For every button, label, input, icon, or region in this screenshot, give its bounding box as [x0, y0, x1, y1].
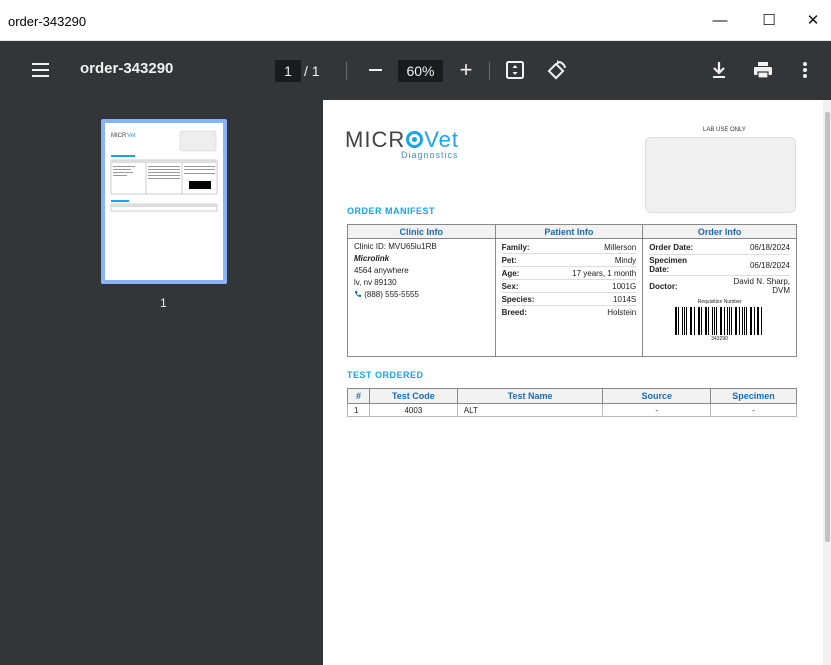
- minus-icon: [368, 69, 382, 71]
- page-thumbnail[interactable]: MICR Vet: [101, 119, 227, 284]
- logo-o-icon: [406, 131, 424, 148]
- thumbnail-page-number: 1: [160, 296, 167, 310]
- patient-family-row: Family: Millerson: [501, 243, 637, 254]
- minimize-icon: —: [712, 11, 728, 29]
- minimize-button[interactable]: —: [697, 0, 743, 40]
- test-name: ALT: [456, 403, 604, 417]
- clinic-street: 4564 anywhere: [354, 266, 409, 275]
- test-source: -: [602, 403, 712, 417]
- phone-icon: [355, 291, 361, 297]
- patient-info-cell: Family: Millerson Pet: Mindy Age: 17 years,…: [494, 238, 644, 357]
- thumbnail-preview: MICR Vet: [110, 130, 218, 212]
- requisition-number: 343290: [711, 336, 728, 342]
- test-header-source: Source: [602, 388, 712, 404]
- close-icon: ✕: [806, 12, 820, 29]
- window-title: order-343290: [8, 14, 87, 29]
- order-manifest-table: Clinic Info Patient Info Order Info Clin…: [347, 224, 797, 357]
- maximize-button[interactable]: ☐: [746, 0, 792, 40]
- clinic-id: Clinic ID: MVU65lu1RB: [354, 242, 437, 251]
- pdf-toolbar: order-343290 1 / 1 60% +: [0, 41, 831, 100]
- order-date-row: Order Date: 06/18/2024: [649, 241, 790, 255]
- patient-info-header: Patient Info: [494, 224, 644, 239]
- thumbnail-sidebar: MICR Vet 1: [0, 100, 323, 665]
- page-total: / 1: [304, 63, 320, 79]
- clinic-city: lv, nv 89130: [354, 278, 397, 287]
- toolbar-divider: [489, 62, 490, 80]
- more-options-icon[interactable]: [795, 59, 815, 81]
- maximize-icon: ☐: [762, 12, 776, 29]
- document-viewer[interactable]: MICR Vet Diagnostics LAB USE ONLY ORDER M…: [323, 100, 831, 665]
- fit-page-icon[interactable]: [505, 60, 525, 80]
- page-number-input[interactable]: 1: [275, 60, 301, 82]
- window-titlebar: order-343290 — ☐ ✕: [0, 0, 831, 41]
- rotate-icon[interactable]: [546, 59, 568, 81]
- test-header-num: #: [347, 388, 370, 404]
- print-icon[interactable]: [753, 60, 773, 80]
- svg-text:MICR: MICR: [111, 133, 127, 139]
- svg-text:Vet: Vet: [127, 133, 136, 139]
- clinic-info-cell: Clinic ID: MVU65lu1RB Microlink 4564 any…: [347, 238, 496, 357]
- doctor-row: Doctor: David N. Sharp, DVM: [649, 277, 790, 295]
- test-header-name: Test Name: [456, 388, 604, 404]
- logo-subtitle: Diagnostics: [401, 150, 459, 160]
- test-header-code: Test Code: [368, 388, 458, 404]
- download-icon[interactable]: [709, 59, 729, 81]
- document-title: order-343290: [80, 60, 174, 77]
- clinic-name: Microlink: [354, 254, 390, 263]
- zoom-out-button[interactable]: [362, 57, 388, 83]
- test-header-specimen: Specimen: [710, 388, 797, 404]
- lab-use-box: [645, 137, 796, 213]
- table-row: 1 4003 ALT - -: [347, 403, 797, 417]
- patient-breed-row: Breed: Holstein: [501, 308, 637, 317]
- test-code: 4003: [368, 403, 458, 417]
- lab-use-label: LAB USE ONLY: [703, 127, 746, 133]
- clinic-phone: (888) 555-5555: [354, 289, 489, 301]
- order-info-header: Order Info: [642, 224, 797, 239]
- close-button[interactable]: ✕: [790, 0, 831, 40]
- requisition-barcode: Requisition Number 343290: [649, 299, 790, 342]
- barcode-image: [674, 307, 765, 335]
- zoom-level-input[interactable]: 60%: [398, 60, 443, 82]
- clinic-info-header: Clinic Info: [347, 224, 496, 239]
- zoom-in-button[interactable]: +: [453, 57, 479, 83]
- test-num: 1: [347, 403, 370, 417]
- requisition-label: Requisition Number: [697, 299, 742, 305]
- patient-sex-row: Sex: 1001G: [501, 282, 637, 293]
- patient-age-row: Age: 17 years, 1 month: [501, 269, 637, 280]
- order-info-cell: Order Date: 06/18/2024 Specimen Date: 06/1…: [642, 238, 797, 357]
- test-specimen: -: [710, 403, 797, 417]
- pdf-page: MICR Vet Diagnostics LAB USE ONLY ORDER M…: [323, 100, 823, 665]
- specimen-date-row: Specimen Date: 06/18/2024: [649, 256, 790, 276]
- menu-icon[interactable]: [28, 57, 54, 83]
- patient-species-row: Species: 1014S: [501, 295, 637, 306]
- test-ordered-title: TEST ORDERED: [347, 370, 424, 380]
- patient-pet-row: Pet: Mindy: [501, 256, 637, 267]
- toolbar-divider: [346, 62, 347, 80]
- order-manifest-title: ORDER MANIFEST: [347, 206, 435, 216]
- scrollbar-thumb[interactable]: [825, 112, 830, 542]
- test-ordered-table: # Test Code Test Name Source Specimen 1 …: [347, 388, 797, 417]
